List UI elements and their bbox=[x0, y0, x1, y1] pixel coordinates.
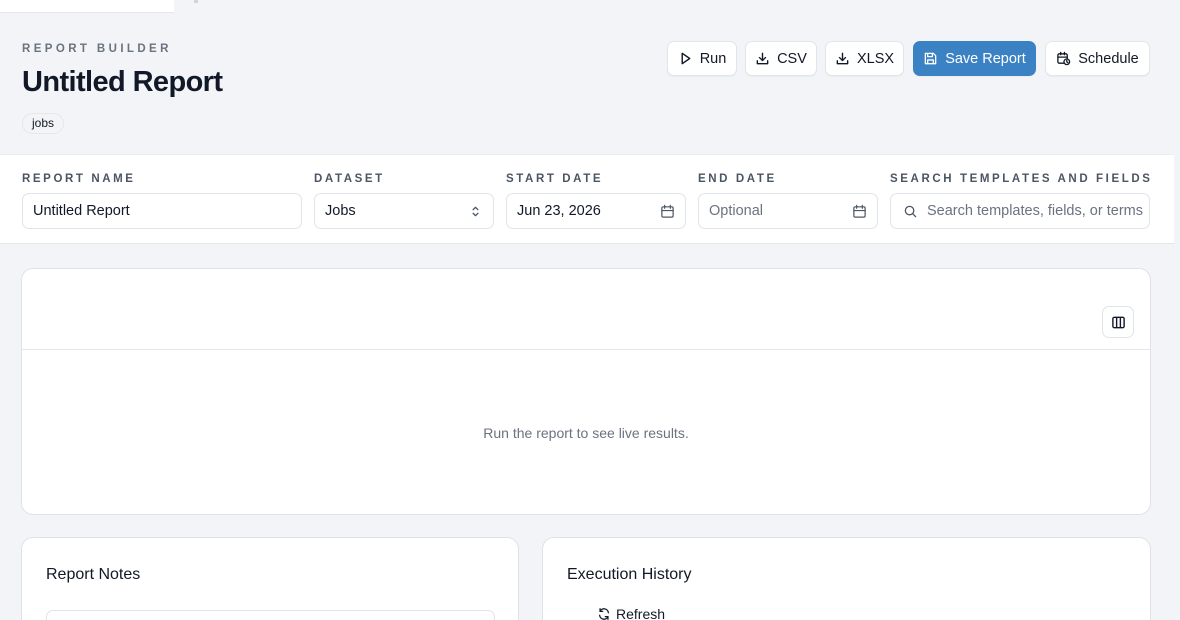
search-label: SEARCH TEMPLATES AND FIELDS bbox=[890, 173, 1153, 185]
download-icon bbox=[836, 52, 849, 65]
start-date-input[interactable]: Jun 23, 2026 bbox=[506, 193, 686, 229]
schedule-label: Schedule bbox=[1078, 50, 1139, 67]
results-divider bbox=[22, 349, 1150, 350]
execution-history-title: Execution History bbox=[567, 566, 692, 583]
empty-state-message: Run the report to see live results. bbox=[483, 425, 689, 441]
report-name-label: REPORT NAME bbox=[22, 173, 136, 185]
schedule-button[interactable]: Schedule bbox=[1045, 41, 1150, 76]
dataset-value: Jobs bbox=[325, 203, 356, 219]
browser-tab[interactable] bbox=[0, 0, 174, 13]
download-icon bbox=[756, 52, 769, 65]
calendar-icon[interactable] bbox=[660, 204, 675, 219]
start-date-label: START DATE bbox=[506, 173, 604, 185]
report-notes-input[interactable] bbox=[46, 610, 495, 620]
toolbar: Run CSV XLSX Save Report Schedule bbox=[0, 41, 1180, 77]
search-icon bbox=[904, 205, 917, 218]
execution-history-card: Execution History Refresh bbox=[542, 537, 1151, 620]
export-xlsx-button[interactable]: XLSX bbox=[825, 41, 904, 76]
end-date-input[interactable]: Optional bbox=[698, 193, 878, 229]
calendar-icon[interactable] bbox=[852, 204, 867, 219]
run-label: Run bbox=[699, 50, 727, 67]
columns-button[interactable] bbox=[1102, 306, 1134, 338]
save-icon bbox=[924, 52, 937, 65]
dataset-label: DATASET bbox=[314, 173, 385, 185]
calendar-clock-icon bbox=[1057, 51, 1071, 66]
report-name-input[interactable]: Untitled Report bbox=[22, 193, 302, 229]
xlsx-label: XLSX bbox=[856, 50, 895, 67]
chevron-updown-icon bbox=[472, 206, 479, 217]
filter-bar: REPORT NAME Untitled Report DATASET Jobs… bbox=[0, 154, 1174, 244]
tab-fragment bbox=[194, 0, 198, 3]
run-button[interactable]: Run bbox=[667, 41, 737, 76]
refresh-label: Refresh bbox=[616, 606, 666, 620]
dataset-tag: jobs bbox=[22, 113, 65, 134]
results-panel: Run the report to see live results. bbox=[21, 268, 1151, 515]
save-report-label: Save Report bbox=[945, 50, 1026, 67]
play-icon bbox=[681, 52, 691, 65]
search-input[interactable]: Search templates, fields, or terms bbox=[890, 193, 1150, 229]
dataset-select[interactable]: Jobs bbox=[314, 193, 494, 229]
refresh-icon bbox=[598, 608, 610, 620]
refresh-button[interactable]: Refresh bbox=[597, 606, 665, 620]
report-name-value: Untitled Report bbox=[33, 203, 130, 219]
start-date-value: Jun 23, 2026 bbox=[517, 203, 601, 219]
csv-label: CSV bbox=[777, 50, 807, 67]
report-notes-title: Report Notes bbox=[46, 566, 141, 583]
end-date-placeholder: Optional bbox=[709, 203, 764, 219]
save-report-button[interactable]: Save Report bbox=[913, 41, 1036, 76]
export-csv-button[interactable]: CSV bbox=[745, 41, 817, 76]
columns-icon bbox=[1111, 316, 1125, 328]
report-notes-card: Report Notes bbox=[21, 537, 519, 620]
search-placeholder: Search templates, fields, or terms bbox=[927, 203, 1143, 219]
end-date-label: END DATE bbox=[698, 173, 777, 185]
